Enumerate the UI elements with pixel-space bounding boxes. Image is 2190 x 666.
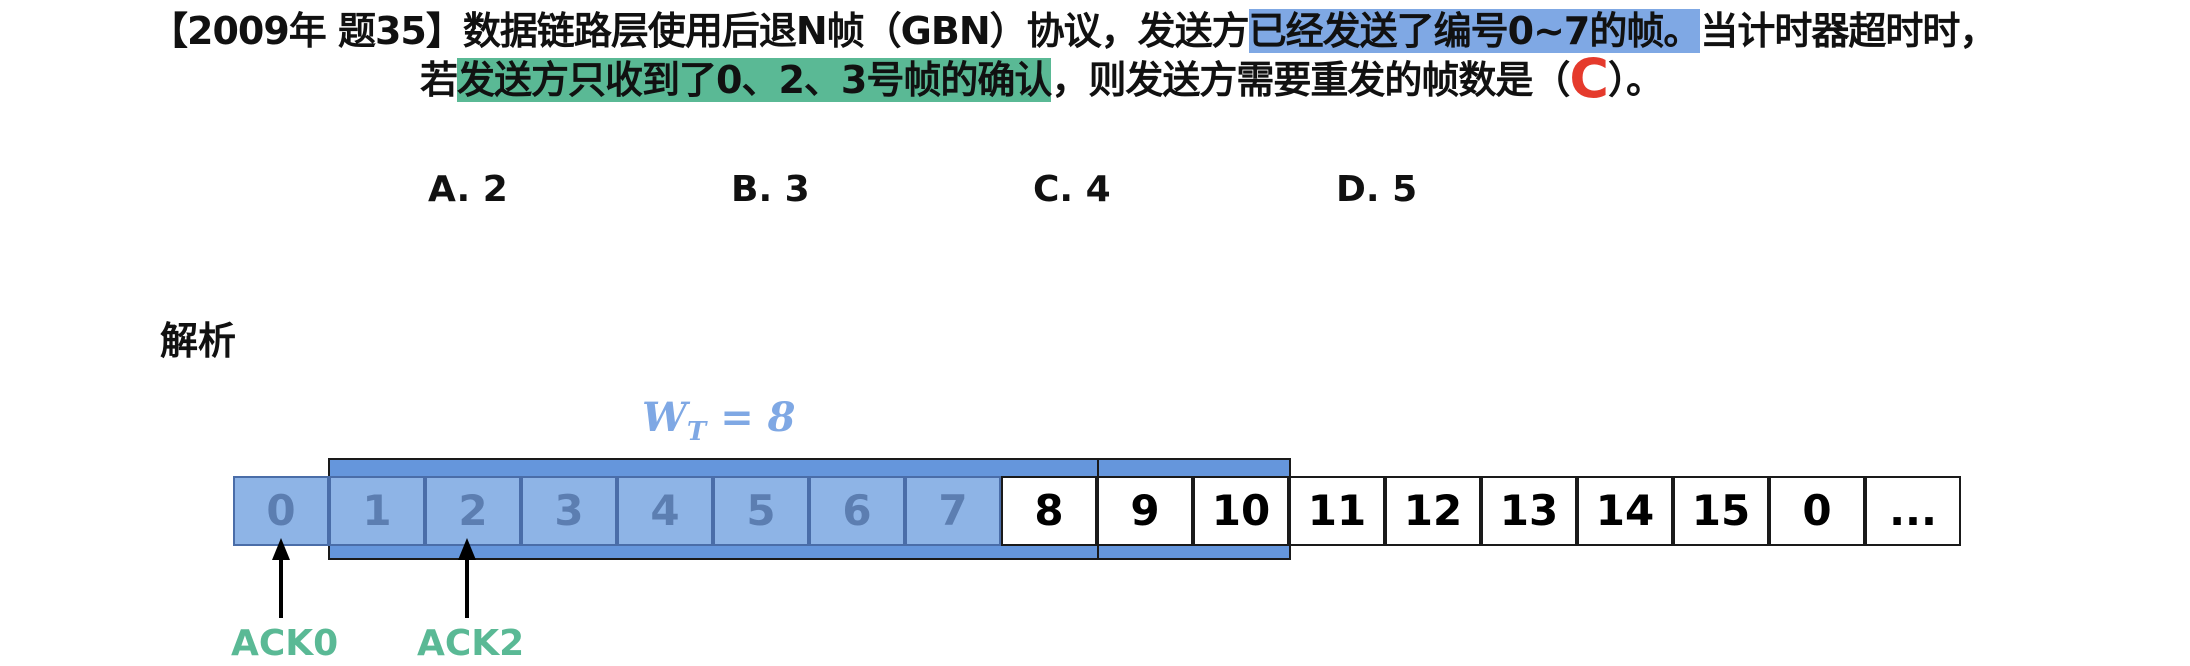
frame-cell: 5: [713, 476, 809, 546]
frame-cell: 0: [233, 476, 329, 546]
option-d: D. 5: [1336, 169, 1418, 210]
question-prefix-2: 若: [420, 58, 458, 102]
option-c: C. 4: [1033, 169, 1111, 210]
frame-cell: 9: [1097, 476, 1193, 546]
ack0-arrow-shaft: [279, 560, 283, 618]
option-b: B. 3: [731, 169, 810, 210]
ack0-label: ACK0: [231, 623, 339, 664]
answer-mark: C: [1569, 47, 1609, 110]
frame-cell: ...: [1865, 476, 1961, 546]
question-suffix-2: ，则发送方需要重发的帧数是（: [1051, 58, 1570, 102]
frame-cell: 1: [329, 476, 425, 546]
ack2-arrow-shaft: [465, 560, 469, 618]
analysis-heading: 解析: [160, 319, 237, 363]
frame-cell: 2: [425, 476, 521, 546]
option-a: A. 2: [428, 169, 508, 210]
frame-cell: 11: [1289, 476, 1385, 546]
frame-cell: 8: [1001, 476, 1097, 546]
frame-cell: 14: [1577, 476, 1673, 546]
ack2-label: ACK2: [417, 623, 525, 664]
frame-cell: 10: [1193, 476, 1289, 546]
frame-cell: 7: [905, 476, 1001, 546]
window-size-label: WT = 8: [642, 392, 795, 458]
frame-cell: 13: [1481, 476, 1577, 546]
question-line-1: 【2009年 题35】数据链路层使用后退N帧（GBN）协议，发送方已经发送了编号…: [150, 6, 1997, 56]
question-line-2: 若发送方只收到了0、2、3号帧的确认，则发送方需要重发的帧数是（C）。: [420, 47, 1664, 110]
frame-cell: 12: [1385, 476, 1481, 546]
ack0-arrow-head: [272, 538, 290, 560]
frame-cell: 3: [521, 476, 617, 546]
window-label-value: = 8: [706, 394, 796, 441]
frame-cell: 15: [1673, 476, 1769, 546]
window-label-sub: T: [686, 417, 707, 447]
question-suffix: 当计时器超时时，: [1700, 9, 1997, 53]
highlight-sent-frames: 已经发送了编号0~7的帧。: [1248, 9, 1701, 53]
question-prefix: 【2009年 题35】数据链路层使用后退N帧（GBN）协议，发送方: [150, 9, 1250, 53]
frame-cell: 6: [809, 476, 905, 546]
frame-cell: 4: [617, 476, 713, 546]
frame-cell: 0: [1769, 476, 1865, 546]
highlight-acks-received: 发送方只收到了0、2、3号帧的确认: [457, 58, 1052, 102]
question-end: ）。: [1608, 58, 1664, 102]
ack2-arrow-head: [458, 538, 476, 560]
window-label-main: W: [642, 394, 687, 441]
